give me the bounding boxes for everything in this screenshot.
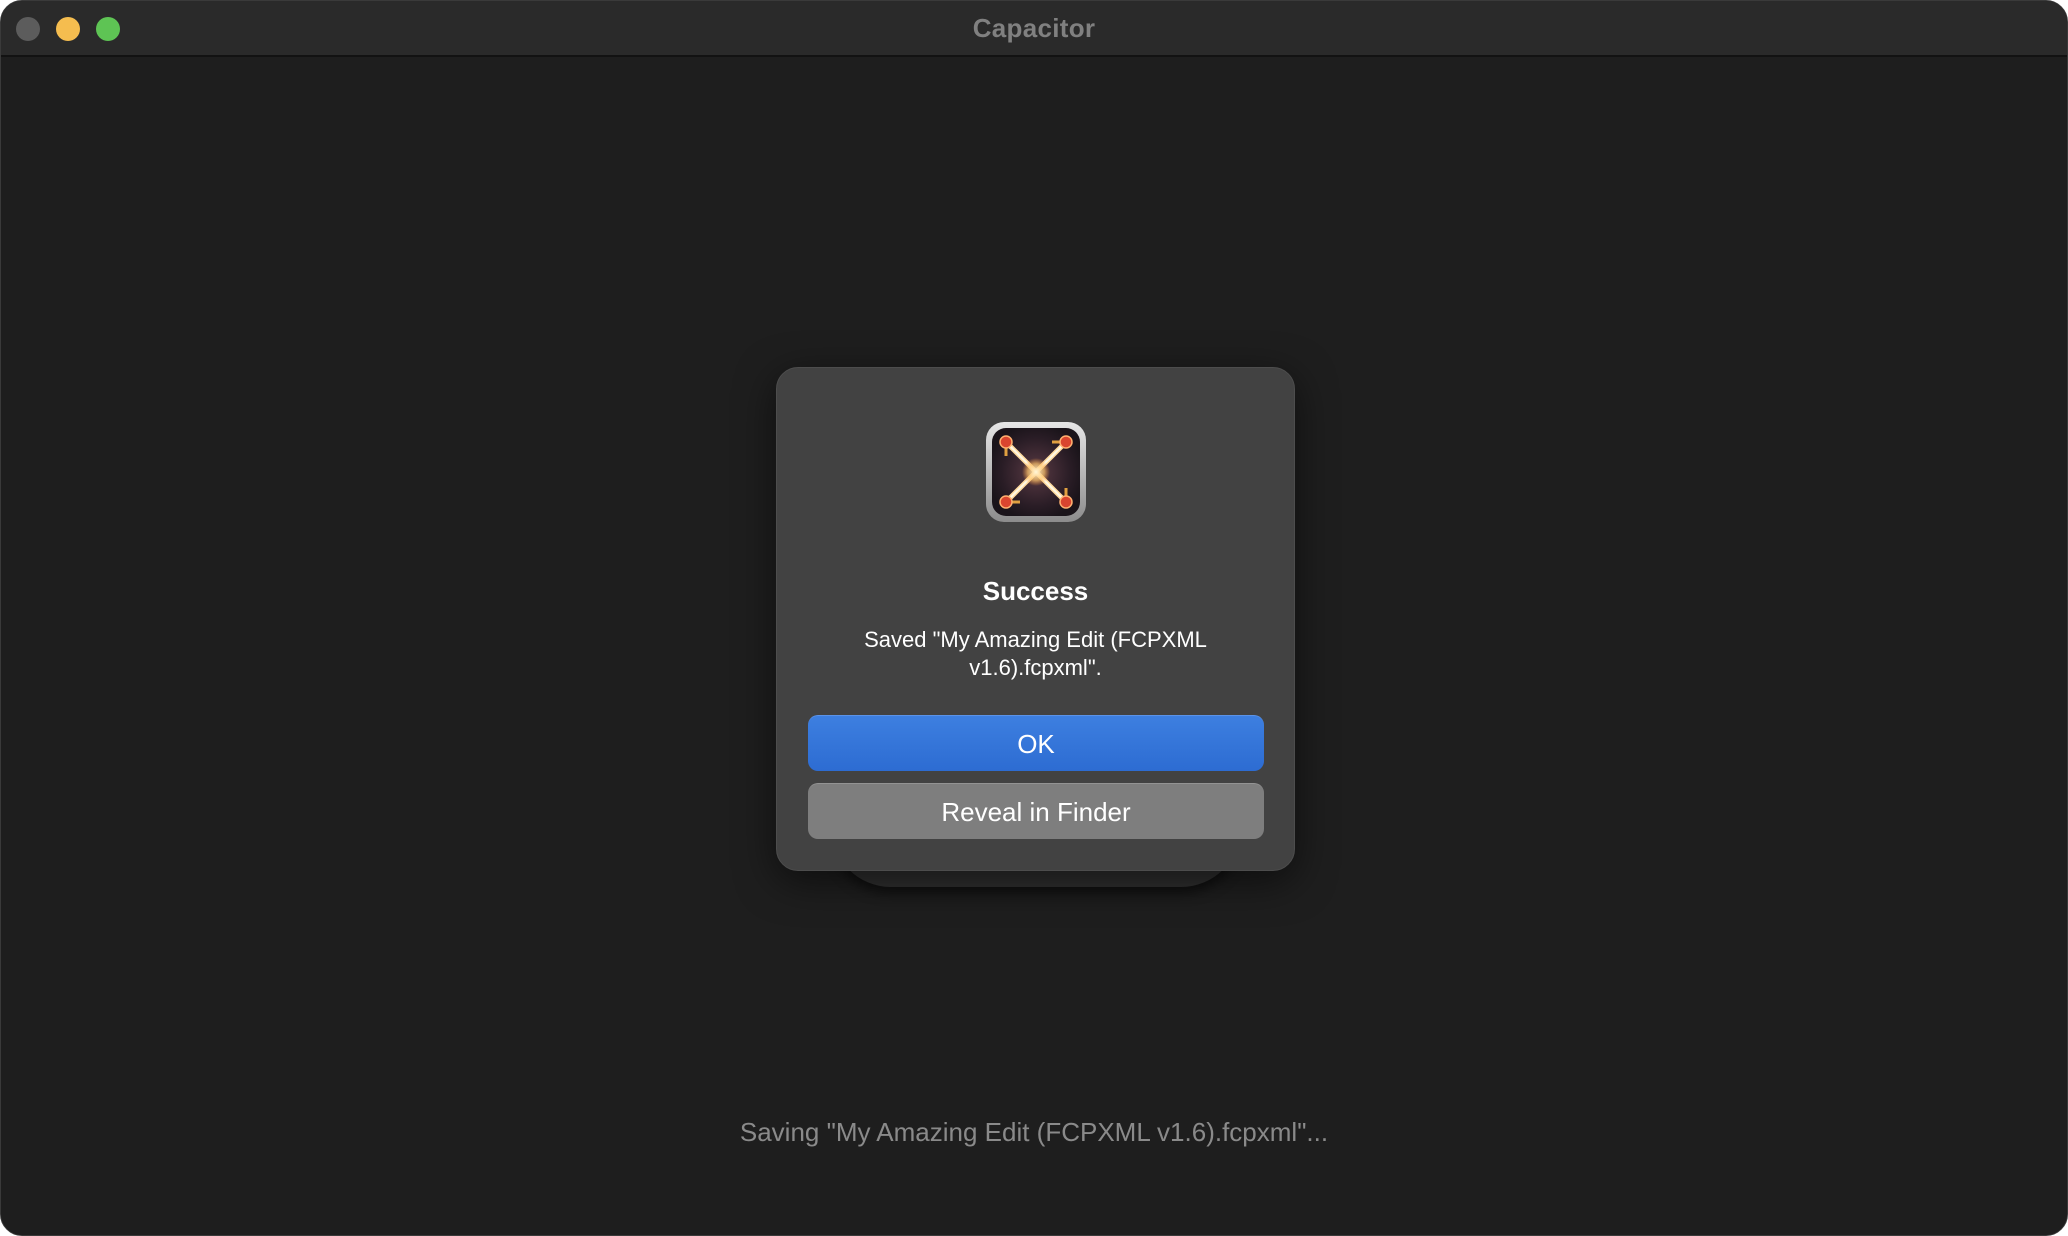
success-dialog: Success Saved "My Amazing Edit (FCPXML v…: [776, 367, 1295, 871]
reveal-in-finder-button[interactable]: Reveal in Finder: [808, 783, 1264, 839]
title-bar[interactable]: Capacitor: [1, 1, 2067, 57]
capacitor-app-icon: [986, 422, 1086, 522]
window-title: Capacitor: [972, 13, 1096, 43]
main-content: Success Saved "My Amazing Edit (FCPXML v…: [1, 57, 2067, 1235]
ok-button[interactable]: OK: [808, 715, 1264, 771]
dialog-message: Saved "My Amazing Edit (FCPXML v1.6).fcp…: [864, 627, 1207, 680]
status-text: Saving "My Amazing Edit (FCPXML v1.6).fc…: [739, 1117, 1329, 1147]
dialog-title: Success: [982, 576, 1089, 606]
app-window: Capacitor Success Saved "My Amazing Edit…: [0, 0, 2068, 1236]
